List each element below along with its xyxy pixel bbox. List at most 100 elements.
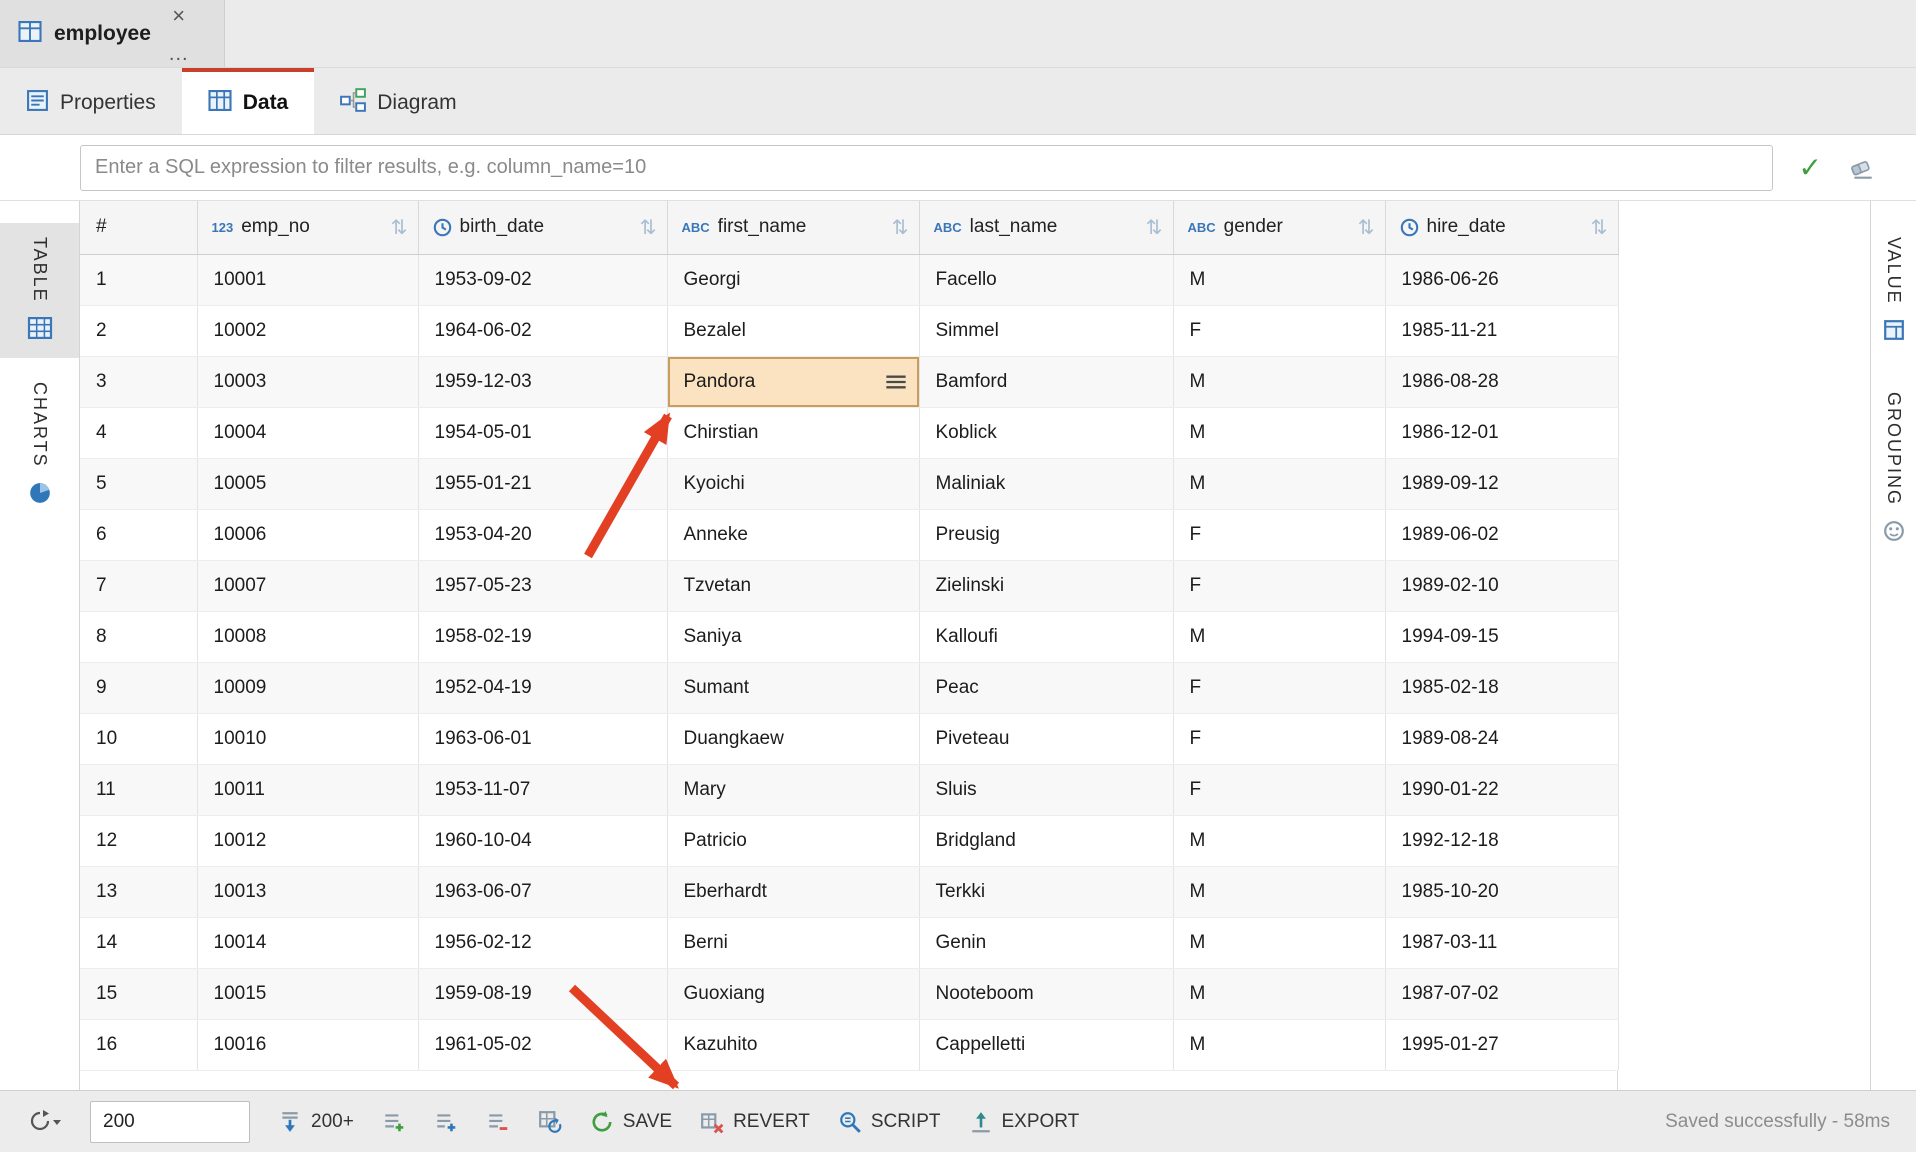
row-number-cell[interactable]: 11 bbox=[80, 764, 197, 815]
data-cell[interactable]: 1961-05-02 bbox=[418, 1019, 667, 1070]
data-cell[interactable]: Anneke bbox=[667, 509, 919, 560]
sort-toggle-icon[interactable]: ⇅ bbox=[1585, 215, 1608, 240]
data-cell[interactable]: 10013 bbox=[197, 866, 418, 917]
data-cell[interactable]: Mary bbox=[667, 764, 919, 815]
data-cell[interactable]: M bbox=[1173, 815, 1385, 866]
data-cell[interactable]: 1958-02-19 bbox=[418, 611, 667, 662]
data-cell[interactable]: 1985-11-21 bbox=[1385, 305, 1618, 356]
data-cell[interactable]: Terkki bbox=[919, 866, 1173, 917]
close-tab-icon[interactable]: × bbox=[172, 6, 185, 26]
data-cell[interactable]: 1989-02-10 bbox=[1385, 560, 1618, 611]
fetch-more-button[interactable]: 200+ bbox=[278, 1110, 354, 1134]
data-cell[interactable]: Bamford bbox=[919, 356, 1173, 407]
data-cell[interactable]: Berni bbox=[667, 917, 919, 968]
data-cell[interactable]: Sluis bbox=[919, 764, 1173, 815]
data-cell[interactable]: Koblick bbox=[919, 407, 1173, 458]
data-cell[interactable]: Simmel bbox=[919, 305, 1173, 356]
data-cell[interactable]: Sumant bbox=[667, 662, 919, 713]
data-cell[interactable]: 1955-01-21 bbox=[418, 458, 667, 509]
selected-cell[interactable]: Pandora bbox=[667, 356, 919, 407]
column-header-first_name[interactable]: ABCfirst_name⇅ bbox=[667, 201, 919, 254]
data-cell[interactable]: 1985-10-20 bbox=[1385, 866, 1618, 917]
data-cell[interactable]: 1954-05-01 bbox=[418, 407, 667, 458]
data-cell[interactable]: 1989-09-12 bbox=[1385, 458, 1618, 509]
row-number-cell[interactable]: 2 bbox=[80, 305, 197, 356]
data-cell[interactable]: Patricio bbox=[667, 815, 919, 866]
data-cell[interactable]: 10011 bbox=[197, 764, 418, 815]
apply-filter-icon[interactable]: ✓ bbox=[1799, 154, 1822, 182]
data-cell[interactable]: Cappelletti bbox=[919, 1019, 1173, 1070]
data-cell[interactable]: M bbox=[1173, 458, 1385, 509]
data-cell[interactable]: 1986-08-28 bbox=[1385, 356, 1618, 407]
data-cell[interactable]: M bbox=[1173, 866, 1385, 917]
delete-row-icon[interactable] bbox=[486, 1110, 510, 1134]
panel-tab-value[interactable]: VALUE bbox=[1871, 223, 1916, 360]
data-cell[interactable]: M bbox=[1173, 254, 1385, 305]
data-cell[interactable]: 10006 bbox=[197, 509, 418, 560]
data-cell[interactable]: F bbox=[1173, 305, 1385, 356]
refresh-grid-icon[interactable] bbox=[538, 1110, 562, 1134]
column-header-birth_date[interactable]: birth_date⇅ bbox=[418, 201, 667, 254]
data-cell[interactable]: Kyoichi bbox=[667, 458, 919, 509]
data-cell[interactable]: Genin bbox=[919, 917, 1173, 968]
fetch-size-input[interactable] bbox=[90, 1101, 250, 1143]
data-cell[interactable]: 10004 bbox=[197, 407, 418, 458]
data-cell[interactable]: M bbox=[1173, 356, 1385, 407]
data-cell[interactable]: F bbox=[1173, 662, 1385, 713]
tab-properties[interactable]: Properties bbox=[0, 68, 182, 134]
data-cell[interactable]: 1990-01-22 bbox=[1385, 764, 1618, 815]
data-cell[interactable]: 1956-02-12 bbox=[418, 917, 667, 968]
data-cell[interactable]: Saniya bbox=[667, 611, 919, 662]
column-header-emp_no[interactable]: 123emp_no⇅ bbox=[197, 201, 418, 254]
data-cell[interactable]: Tzvetan bbox=[667, 560, 919, 611]
data-cell[interactable]: 1995-01-27 bbox=[1385, 1019, 1618, 1070]
sort-toggle-icon[interactable]: ⇅ bbox=[634, 215, 657, 240]
data-cell[interactable]: 10012 bbox=[197, 815, 418, 866]
data-cell[interactable]: 10007 bbox=[197, 560, 418, 611]
column-header-rownum[interactable]: # bbox=[80, 201, 197, 254]
row-number-cell[interactable]: 8 bbox=[80, 611, 197, 662]
row-number-cell[interactable]: 1 bbox=[80, 254, 197, 305]
column-header-gender[interactable]: ABCgender⇅ bbox=[1173, 201, 1385, 254]
clear-filter-icon[interactable] bbox=[1848, 156, 1876, 180]
data-cell[interactable]: 1957-05-23 bbox=[418, 560, 667, 611]
data-cell[interactable]: Peac bbox=[919, 662, 1173, 713]
row-number-cell[interactable]: 7 bbox=[80, 560, 197, 611]
data-cell[interactable]: M bbox=[1173, 968, 1385, 1019]
data-cell[interactable]: 10005 bbox=[197, 458, 418, 509]
data-cell[interactable]: Kazuhito bbox=[667, 1019, 919, 1070]
data-cell[interactable]: 1959-12-03 bbox=[418, 356, 667, 407]
data-cell[interactable]: 10016 bbox=[197, 1019, 418, 1070]
data-cell[interactable]: Eberhardt bbox=[667, 866, 919, 917]
data-cell[interactable]: 1953-09-02 bbox=[418, 254, 667, 305]
sort-toggle-icon[interactable]: ⇅ bbox=[385, 215, 408, 240]
row-number-cell[interactable]: 3 bbox=[80, 356, 197, 407]
row-number-cell[interactable]: 9 bbox=[80, 662, 197, 713]
row-number-cell[interactable]: 6 bbox=[80, 509, 197, 560]
data-cell[interactable]: M bbox=[1173, 917, 1385, 968]
tab-data[interactable]: Data bbox=[182, 68, 315, 134]
presentation-tab-table[interactable]: TABLE bbox=[0, 223, 79, 358]
data-cell[interactable]: M bbox=[1173, 611, 1385, 662]
data-cell[interactable]: 1953-11-07 bbox=[418, 764, 667, 815]
data-cell[interactable]: 10001 bbox=[197, 254, 418, 305]
editor-tab-employee[interactable]: employee × ... bbox=[0, 0, 225, 67]
export-button[interactable]: EXPORT bbox=[969, 1110, 1080, 1134]
data-cell[interactable]: Facello bbox=[919, 254, 1173, 305]
data-cell[interactable]: Preusig bbox=[919, 509, 1173, 560]
data-cell[interactable]: 1986-06-26 bbox=[1385, 254, 1618, 305]
script-button[interactable]: SCRIPT bbox=[838, 1110, 941, 1134]
sort-toggle-icon[interactable]: ⇅ bbox=[886, 215, 909, 240]
data-cell[interactable]: 1953-04-20 bbox=[418, 509, 667, 560]
data-cell[interactable]: 10008 bbox=[197, 611, 418, 662]
presentation-tab-charts[interactable]: CHARTS bbox=[0, 368, 79, 525]
column-header-last_name[interactable]: ABClast_name⇅ bbox=[919, 201, 1173, 254]
data-cell[interactable]: 10009 bbox=[197, 662, 418, 713]
data-cell[interactable]: 1989-06-02 bbox=[1385, 509, 1618, 560]
tab-overflow-icon[interactable]: ... bbox=[169, 46, 189, 62]
data-cell[interactable]: 1985-02-18 bbox=[1385, 662, 1618, 713]
data-cell[interactable]: 1964-06-02 bbox=[418, 305, 667, 356]
row-number-cell[interactable]: 5 bbox=[80, 458, 197, 509]
data-cell[interactable]: 1952-04-19 bbox=[418, 662, 667, 713]
tab-diagram[interactable]: Diagram bbox=[314, 68, 482, 134]
